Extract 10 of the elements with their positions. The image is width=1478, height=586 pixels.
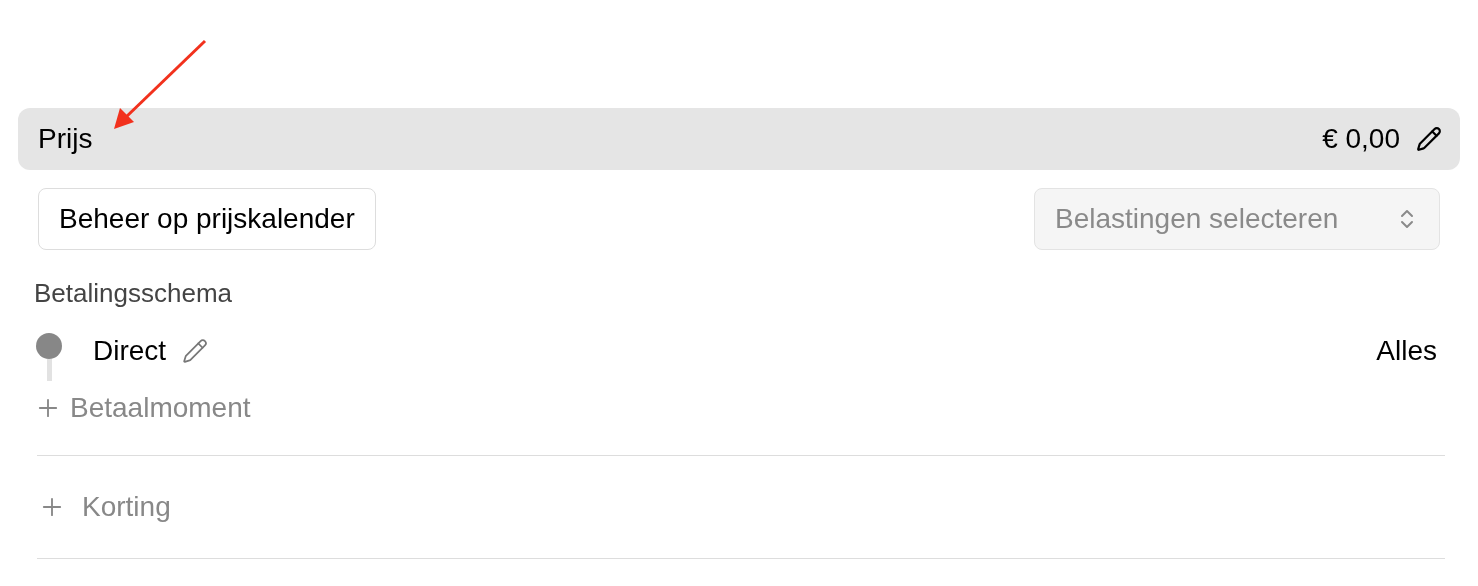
add-discount-button[interactable]: Korting [38,486,171,528]
add-payment-button[interactable]: Betaalmoment [34,387,251,429]
edit-icon[interactable] [1416,126,1442,152]
moment-amount: Alles [1376,334,1437,368]
price-label: Prijs [38,122,93,156]
calendar-button[interactable]: Beheer op prijskalender [38,188,376,250]
moment-name: Direct [93,334,167,368]
tax-select[interactable]: Belastingen selecteren [1034,188,1440,250]
price-amount: € 0,00 [1322,122,1400,156]
section-title: Betalingsschema [34,277,233,310]
